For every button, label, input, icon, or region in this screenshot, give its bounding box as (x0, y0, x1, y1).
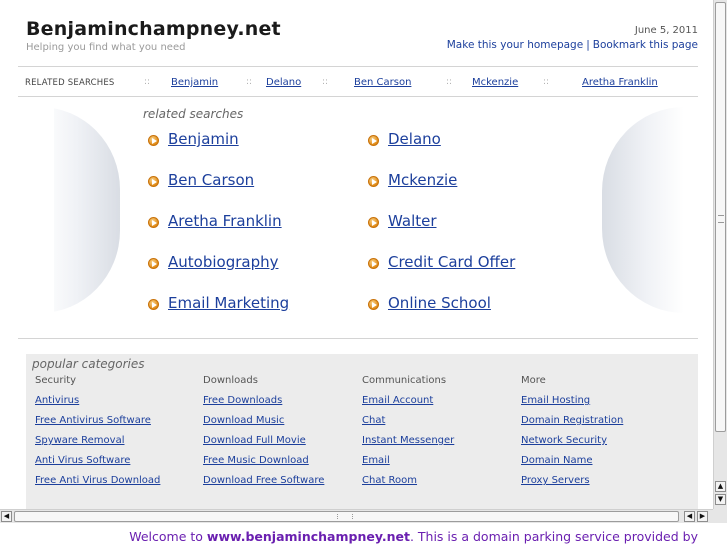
horizontal-scrollbar[interactable]: ◀ ◀ ▶ (0, 509, 713, 523)
vertical-scrollbar[interactable]: ▲ ▼ (713, 0, 727, 509)
footer-banner: Welcome to www.benjaminchampney.net. Thi… (0, 523, 727, 545)
results-divider (18, 338, 698, 339)
result-link-ben-carson[interactable]: Ben Carson (168, 171, 254, 189)
category-link[interactable]: Free Music Download (203, 455, 363, 475)
category-link[interactable]: Download Free Software (203, 475, 363, 495)
vertical-scroll-thumb[interactable] (715, 2, 726, 432)
category-heading: Downloads (203, 375, 258, 386)
category-column-communications: Communications Email Account Chat Instan… (362, 375, 522, 495)
arrow-icon (148, 299, 159, 310)
category-link[interactable]: Domain Registration (521, 415, 681, 435)
bar-separator: :: (322, 77, 329, 87)
scroll-left-button[interactable]: ◀ (1, 511, 12, 522)
category-link[interactable]: Instant Messenger (362, 435, 522, 455)
category-column-security: Security Antivirus Free Antivirus Softwa… (35, 375, 195, 495)
category-link[interactable]: Email Account (362, 395, 522, 415)
bar-separator: :: (543, 77, 550, 87)
category-column-more: More Email Hosting Domain Registration N… (521, 375, 681, 495)
category-link[interactable]: Antivirus (35, 395, 195, 415)
related-bar-divider (18, 96, 698, 97)
bookmark-link[interactable]: Bookmark this page (593, 39, 698, 51)
header-link-separator: | (586, 39, 590, 51)
result-link-email-marketing[interactable]: Email Marketing (168, 294, 289, 312)
footer-prefix: Welcome to (129, 529, 207, 544)
footer-suffix: . This is a domain parking service provi… (409, 529, 698, 544)
category-link[interactable]: Chat (362, 415, 522, 435)
category-link[interactable]: Spyware Removal (35, 435, 195, 455)
category-heading: Security (35, 375, 77, 386)
category-link[interactable]: Network Security (521, 435, 681, 455)
horizontal-scroll-thumb[interactable] (14, 511, 679, 522)
results-right-decoration (602, 107, 684, 313)
bar-link-benjamin[interactable]: Benjamin (171, 77, 218, 88)
bar-separator: :: (246, 77, 253, 87)
popular-categories-heading: popular categories (32, 357, 145, 371)
arrow-icon (148, 176, 159, 187)
bar-separator: :: (446, 77, 453, 87)
result-link-aretha-franklin[interactable]: Aretha Franklin (168, 212, 282, 230)
result-link-autobiography[interactable]: Autobiography (168, 253, 278, 271)
scroll-right-button[interactable]: ▶ (697, 511, 708, 522)
scroll-left-button-2[interactable]: ◀ (684, 511, 695, 522)
arrow-icon (148, 135, 159, 146)
category-link[interactable]: Download Music (203, 415, 363, 435)
scrollbar-corner (713, 509, 727, 523)
category-column-downloads: Downloads Free Downloads Download Music … (203, 375, 363, 495)
scroll-down-button[interactable]: ▼ (715, 494, 726, 505)
category-link[interactable]: Download Full Movie (203, 435, 363, 455)
result-link-online-school[interactable]: Online School (388, 294, 491, 312)
arrow-icon (368, 299, 379, 310)
arrow-icon (368, 258, 379, 269)
result-link-delano[interactable]: Delano (388, 130, 441, 148)
scroll-up-button[interactable]: ▲ (715, 481, 726, 492)
category-heading: More (521, 375, 546, 386)
arrow-icon (368, 217, 379, 228)
footer-domain: www.benjaminchampney.net (206, 529, 410, 544)
footer-message: Welcome to www.benjaminchampney.net. Thi… (129, 529, 698, 544)
header-divider (18, 66, 698, 67)
category-link[interactable]: Domain Name (521, 455, 681, 475)
result-link-walter[interactable]: Walter (388, 212, 437, 230)
category-link[interactable]: Free Antivirus Software (35, 415, 195, 435)
category-link[interactable]: Proxy Servers (521, 475, 681, 495)
date-label: June 5, 2011 (634, 25, 698, 36)
category-link[interactable]: Email (362, 455, 522, 475)
site-title[interactable]: Benjaminchampney.net (26, 18, 281, 40)
related-searches-label: RELATED SEARCHES (25, 78, 115, 88)
category-link[interactable]: Free Anti Virus Download (35, 475, 195, 495)
category-link[interactable]: Email Hosting (521, 395, 681, 415)
result-link-benjamin[interactable]: Benjamin (168, 130, 239, 148)
header-links: Make this your homepage | Bookmark this pa… (447, 39, 698, 51)
grip-icon (718, 215, 724, 223)
related-searches-heading: related searches (143, 107, 244, 121)
category-link[interactable]: Anti Virus Software (35, 455, 195, 475)
site-tagline: Helping you find what you need (26, 42, 186, 53)
category-heading: Communications (362, 375, 447, 386)
page-frame: Benjaminchampney.net Helping you find wh… (0, 0, 713, 509)
popular-categories-panel: popular categories Security Antivirus Fr… (26, 354, 698, 509)
bar-link-delano[interactable]: Delano (266, 77, 301, 88)
category-link[interactable]: Free Downloads (203, 395, 363, 415)
bar-separator: :: (144, 77, 151, 87)
results-left-decoration (40, 107, 120, 313)
arrow-icon (368, 176, 379, 187)
bar-link-aretha-franklin[interactable]: Aretha Franklin (582, 77, 658, 88)
result-link-mckenzie[interactable]: Mckenzie (388, 171, 457, 189)
related-searches-bar: RELATED SEARCHES :: Benjamin :: Delano :… (25, 77, 705, 91)
category-link[interactable]: Chat Room (362, 475, 522, 495)
arrow-icon (368, 135, 379, 146)
bar-link-ben-carson[interactable]: Ben Carson (354, 77, 411, 88)
grip-icon (337, 514, 353, 519)
result-link-credit-card-offer[interactable]: Credit Card Offer (388, 253, 515, 271)
make-homepage-link[interactable]: Make this your homepage (447, 39, 583, 51)
arrow-icon (148, 258, 159, 269)
bar-link-mckenzie[interactable]: Mckenzie (472, 77, 518, 88)
arrow-icon (148, 217, 159, 228)
